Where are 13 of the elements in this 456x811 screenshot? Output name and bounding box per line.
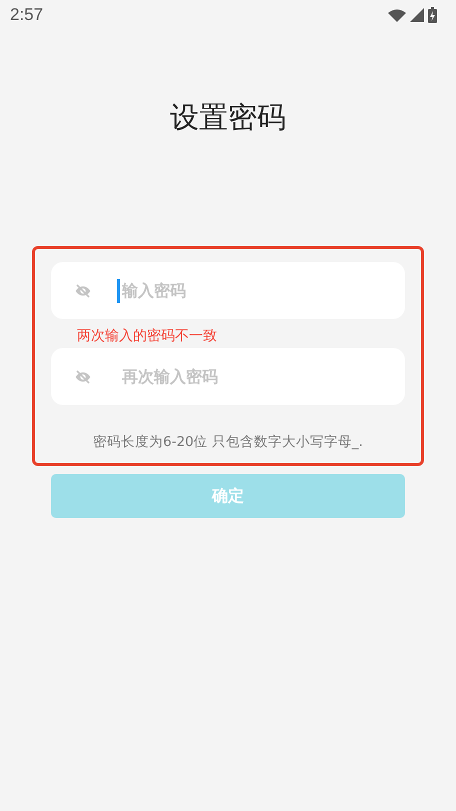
password-hint: 密码长度为6-20位 只包含数字大小写字母_. [92,433,364,451]
password-field[interactable]: 再次输入密码 [51,348,405,405]
page-title: 设置密码 [170,99,286,136]
signal-icon [410,8,424,22]
password-field[interactable]: 输入密码 [51,262,405,319]
eye-off-icon[interactable] [75,284,91,298]
status-time: 2:57 [10,5,44,25]
battery-icon [428,7,437,23]
password-input[interactable]: 输入密码 [117,278,405,302]
eye-off-icon[interactable] [75,370,91,384]
wifi-icon [388,8,406,22]
error-message: 两次输入的密码不一致 [77,327,218,345]
password-input[interactable]: 再次输入密码 [117,364,405,388]
